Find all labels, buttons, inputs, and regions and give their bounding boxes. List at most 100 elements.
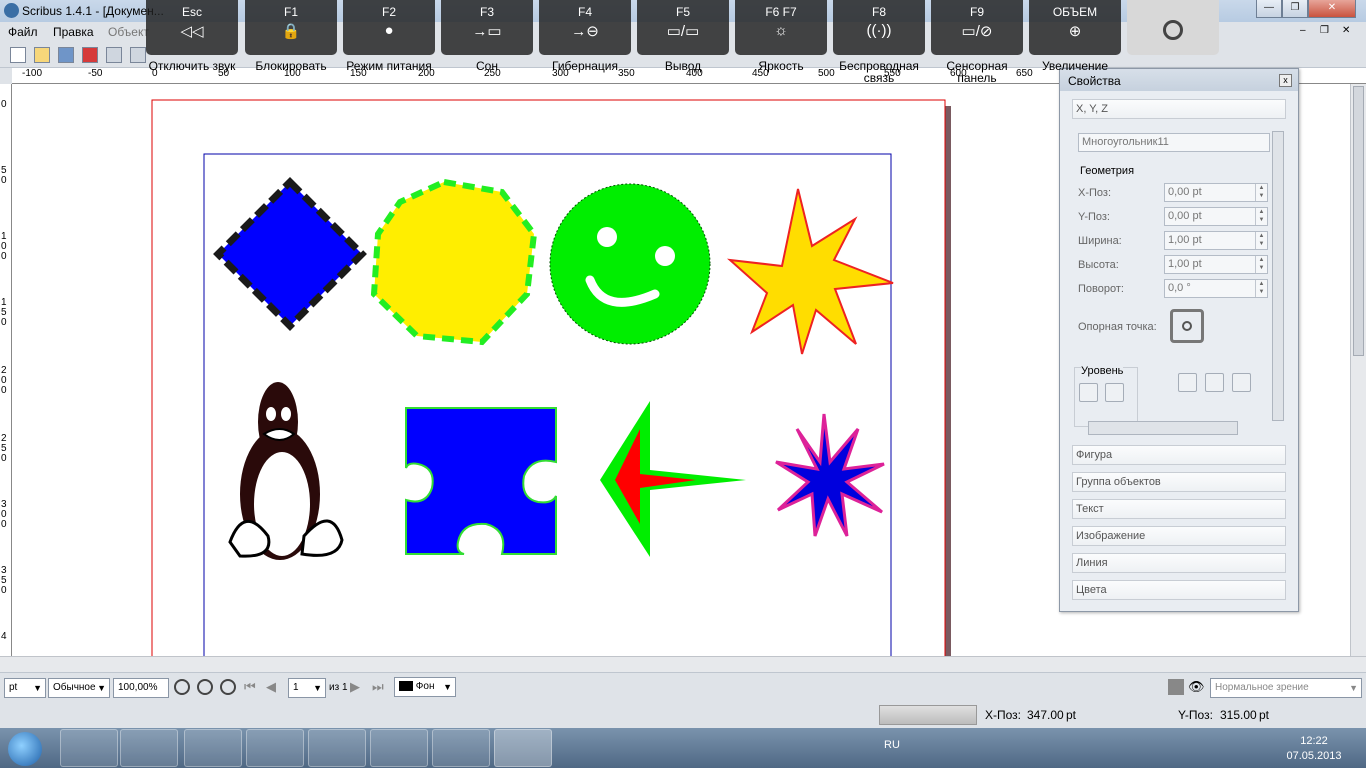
section-image[interactable]: Изображение: [1072, 526, 1286, 546]
fkey-caption: Увеличение: [1041, 59, 1109, 73]
taskbar-yandex-icon[interactable]: [308, 729, 366, 767]
flip-icon[interactable]: [1178, 373, 1197, 392]
vision-mode-select[interactable]: Нормальное зрение ▼: [1210, 678, 1362, 698]
raise-icon[interactable]: [1079, 383, 1098, 402]
fkey-brightness[interactable]: F6 F7 ☼: [735, 0, 827, 55]
section-colors[interactable]: Цвета: [1072, 580, 1286, 600]
x-pos-input[interactable]: 0,00 pt ▲ ▼: [1164, 183, 1268, 202]
spinner-icon[interactable]: ▲ ▼: [1255, 208, 1267, 225]
taskbar-media-icon[interactable]: [120, 729, 178, 767]
height-input[interactable]: 1,00 pt ▲ ▼: [1164, 255, 1268, 274]
open-document-icon[interactable]: [34, 47, 50, 63]
lock-icon[interactable]: [1232, 373, 1251, 392]
save-icon[interactable]: [58, 47, 74, 63]
vertical-ruler: 0 5 0 1 0 0 1 5 0 2 0 0 2 5 0 3 0 0 3 5 …: [0, 84, 12, 656]
system-clock[interactable]: 12:22 07.05.2013: [1283, 734, 1345, 764]
taskbar-scribus-icon[interactable]: [494, 729, 552, 767]
section-group[interactable]: Группа объектов: [1072, 472, 1286, 492]
page-select[interactable]: 1 ▼: [288, 678, 326, 698]
rotation-input[interactable]: 0,0 ° ▲ ▼: [1164, 279, 1268, 298]
object-name-field[interactable]: Многоугольник11: [1078, 133, 1270, 152]
magnify-icon: ⊕: [1068, 23, 1082, 40]
zoom-in-icon[interactable]: [220, 679, 236, 695]
menu-object[interactable]: Объект: [108, 25, 149, 39]
print-icon[interactable]: [106, 47, 122, 63]
next-page-icon[interactable]: ▶: [350, 679, 366, 695]
preflight-icon[interactable]: [130, 47, 146, 63]
zoom-field[interactable]: 100,00%: [113, 678, 169, 698]
touchpad-icon: ▭/⊘: [961, 23, 993, 40]
close-panel-button[interactable]: x: [1279, 74, 1292, 87]
geometry-label: Геометрия: [1080, 165, 1135, 177]
eye-icon[interactable]: 👁: [1188, 679, 1205, 695]
first-page-icon[interactable]: ⏮: [244, 679, 260, 695]
progress-bar: [879, 705, 977, 725]
fkey-touchpad[interactable]: F9 ▭/⊘: [931, 0, 1023, 55]
doc-minimize-button[interactable]: –: [1300, 25, 1306, 36]
fkey-power[interactable]: F2 ●: [343, 0, 435, 55]
taskbar-word-icon[interactable]: [432, 729, 490, 767]
chevron-down-icon: ▼: [33, 683, 42, 693]
new-document-icon[interactable]: [10, 47, 26, 63]
section-shape[interactable]: Фигура: [1072, 445, 1286, 465]
taskbar-explorer-icon[interactable]: [184, 729, 242, 767]
basepoint-center-icon[interactable]: [1182, 321, 1192, 331]
tux-right-eye: [281, 407, 291, 421]
y-pos-input[interactable]: 0,00 pt ▲ ▼: [1164, 207, 1268, 226]
spinner-icon[interactable]: ▲ ▼: [1255, 280, 1267, 297]
panel-vertical-scrollbar[interactable]: [1272, 131, 1284, 421]
doc-close-button[interactable]: ✕: [1342, 25, 1350, 36]
maximize-button[interactable]: ❐: [1282, 0, 1308, 18]
taskbar-mail-icon[interactable]: [60, 729, 118, 767]
vertical-scrollbar[interactable]: [1350, 84, 1366, 656]
fkey-caption: Сон: [476, 59, 498, 73]
status-bar: X-Поз: 347.00 pt Y-Поз: 315.00 pt: [0, 704, 1366, 728]
smiley-face-shape[interactable]: [549, 183, 711, 345]
width-input[interactable]: 1,00 pt ▲ ▼: [1164, 231, 1268, 250]
panel-horizontal-scrollbar[interactable]: [1088, 421, 1238, 435]
section-text[interactable]: Текст: [1072, 499, 1286, 519]
fkey-lock[interactable]: F1 🔒: [245, 0, 337, 55]
page-border: [151, 99, 946, 656]
horizontal-scrollbar[interactable]: [0, 656, 1366, 672]
close-document-icon[interactable]: [82, 47, 98, 63]
layer-select[interactable]: Фон ▼: [394, 677, 456, 697]
fkey-zoom[interactable]: ОБЪЕМ ⊕: [1029, 0, 1121, 55]
fkey-mute[interactable]: Esc ◁◁: [146, 0, 238, 55]
previous-page-icon[interactable]: ◀: [266, 679, 282, 695]
unit-select[interactable]: pt ▼: [4, 678, 46, 698]
start-button[interactable]: [8, 732, 42, 766]
fkey-display[interactable]: F5 ▭/▭: [637, 0, 729, 55]
raise-to-top-icon[interactable]: [1105, 383, 1124, 402]
fkey-label: F1: [283, 5, 298, 19]
menu-edit[interactable]: Правка: [53, 25, 94, 39]
close-button[interactable]: ✕: [1308, 0, 1356, 18]
fkey-wireless[interactable]: F8 ((·)): [833, 0, 925, 55]
y-pos-unit: pt: [1259, 708, 1270, 722]
fkey-extra[interactable]: [1127, 0, 1219, 55]
zoom-100-icon[interactable]: [197, 679, 213, 695]
taskbar-clock-app-icon[interactable]: [246, 729, 304, 767]
fkey-hibernate[interactable]: F4 →⊖: [539, 0, 631, 55]
spinner-icon[interactable]: ▲ ▼: [1255, 232, 1267, 249]
minimize-button[interactable]: —: [1256, 0, 1282, 18]
section-xyz[interactable]: X, Y, Z: [1072, 99, 1286, 119]
zoom-out-icon[interactable]: [174, 679, 190, 695]
view-mode-select[interactable]: Обычное ▼: [48, 678, 110, 698]
power-mode-icon: ●: [384, 22, 394, 39]
menu-file[interactable]: Файл: [8, 25, 38, 39]
basepoint-selector[interactable]: [1170, 309, 1204, 343]
vertical-scroll-thumb[interactable]: [1353, 86, 1364, 356]
last-page-icon[interactable]: ⏭: [372, 679, 388, 695]
fkey-caption: Блокировать: [255, 59, 327, 73]
language-indicator[interactable]: RU: [884, 739, 900, 751]
taskbar-ie-icon[interactable]: [370, 729, 428, 767]
spinner-icon[interactable]: ▲ ▼: [1255, 184, 1267, 201]
flip-horizontal-icon[interactable]: [1205, 373, 1224, 392]
section-line[interactable]: Линия: [1072, 553, 1286, 573]
doc-restore-button[interactable]: ❐: [1320, 25, 1329, 36]
fkey-sleep[interactable]: F3 →▭: [441, 0, 533, 55]
spinner-icon[interactable]: ▲ ▼: [1255, 256, 1267, 273]
zoom-value: 100,00%: [118, 682, 158, 693]
preview-icon[interactable]: [1168, 679, 1184, 695]
